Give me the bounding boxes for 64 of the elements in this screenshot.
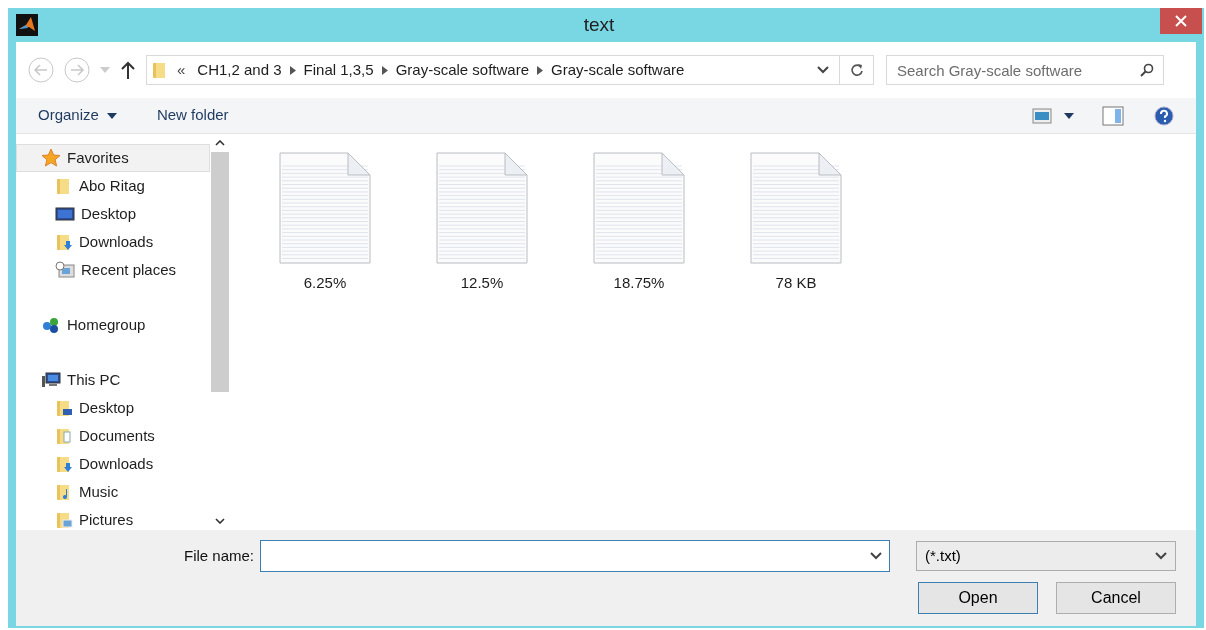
file-name[interactable]: 78 KB	[775, 272, 817, 295]
nav-item[interactable]: Recent places	[16, 256, 210, 284]
recent-places-icon	[55, 261, 75, 279]
file-name[interactable]: 18.75%	[613, 272, 665, 295]
nav-item[interactable]: Homegroup	[16, 311, 210, 339]
nav-item[interactable]: Downloads	[16, 450, 210, 478]
text-file-icon	[750, 152, 842, 264]
scrollbar-thumb[interactable]	[211, 152, 229, 392]
homegroup-icon	[41, 316, 61, 334]
downloads-folder-icon	[55, 455, 73, 473]
downloads-folder-icon	[55, 233, 73, 251]
breadcrumb-segment[interactable]: CH1,2 and 3	[197, 58, 282, 82]
file-name[interactable]: 12.5%	[460, 272, 504, 295]
text-file-icon	[279, 152, 371, 264]
search-icon[interactable]	[1140, 63, 1154, 77]
chevron-right-icon[interactable]	[537, 65, 543, 75]
chevron-right-icon[interactable]	[289, 65, 296, 75]
chevron-down-icon	[1155, 552, 1167, 560]
documents-folder-icon	[55, 427, 73, 445]
breadcrumb-segment[interactable]: Gray-scale software	[551, 58, 685, 82]
overflow-chevron[interactable]: «	[177, 58, 186, 82]
file-type-select[interactable]: (*.txt)	[916, 541, 1176, 571]
nav-item[interactable]: Desktop	[16, 200, 210, 228]
refresh-icon	[849, 63, 864, 77]
chevron-down-icon[interactable]	[870, 552, 882, 560]
file-name[interactable]: 6.25%	[303, 272, 347, 295]
monitor-icon	[55, 205, 75, 223]
nav-item[interactable]: Downloads	[16, 228, 210, 256]
caret-icon[interactable]	[1064, 112, 1074, 119]
nav-item[interactable]: Desktop	[16, 394, 210, 422]
computer-icon	[41, 371, 61, 389]
view-options-icon[interactable]	[1032, 107, 1052, 124]
file-name-field[interactable]	[260, 540, 890, 572]
close-button[interactable]	[1160, 8, 1202, 34]
app-logo-icon	[16, 14, 38, 36]
caret-icon	[106, 112, 117, 119]
dialog-button[interactable]: Cancel	[1056, 582, 1176, 614]
nav-item[interactable]: Music	[16, 478, 210, 506]
breadcrumb-segment[interactable]: Gray-scale software	[395, 58, 529, 82]
scroll-down-icon[interactable]	[215, 518, 225, 524]
new-folder-button[interactable]: New folder	[156, 104, 229, 127]
scroll-up-icon[interactable]	[215, 140, 225, 146]
close-icon	[1175, 15, 1187, 27]
organize-menu[interactable]: Organize	[38, 104, 117, 127]
nav-item[interactable]: Documents	[16, 422, 210, 450]
text-file-icon	[436, 152, 528, 264]
chevron-right-icon[interactable]	[381, 65, 388, 75]
address-bar[interactable]: « CH1,2 and 3 Final 1,3,5 Gray-scale software Gray-scale software	[146, 55, 874, 85]
nav-item[interactable]: Pictures	[16, 506, 210, 530]
nav-item[interactable]: This PC	[16, 366, 210, 394]
text-file-icon	[593, 152, 685, 264]
nav-item[interactable]: Abo Ritag	[16, 172, 210, 200]
search-field[interactable]: Search Gray-scale software	[886, 55, 1164, 85]
dialog-button[interactable]: Open	[918, 582, 1038, 614]
nav-item[interactable]: Favorites	[16, 144, 210, 172]
up-arrow-icon[interactable]	[120, 61, 136, 79]
breadcrumb-segment[interactable]: Final 1,3,5	[303, 58, 374, 82]
star-icon	[41, 148, 61, 168]
file-name-label: File name:	[183, 545, 254, 566]
help-icon[interactable]	[1154, 105, 1174, 126]
pictures-folder-icon	[55, 511, 73, 529]
desktop-folder-icon	[55, 399, 73, 417]
window-title: text	[582, 12, 616, 37]
chevron-down-icon[interactable]	[817, 66, 829, 74]
